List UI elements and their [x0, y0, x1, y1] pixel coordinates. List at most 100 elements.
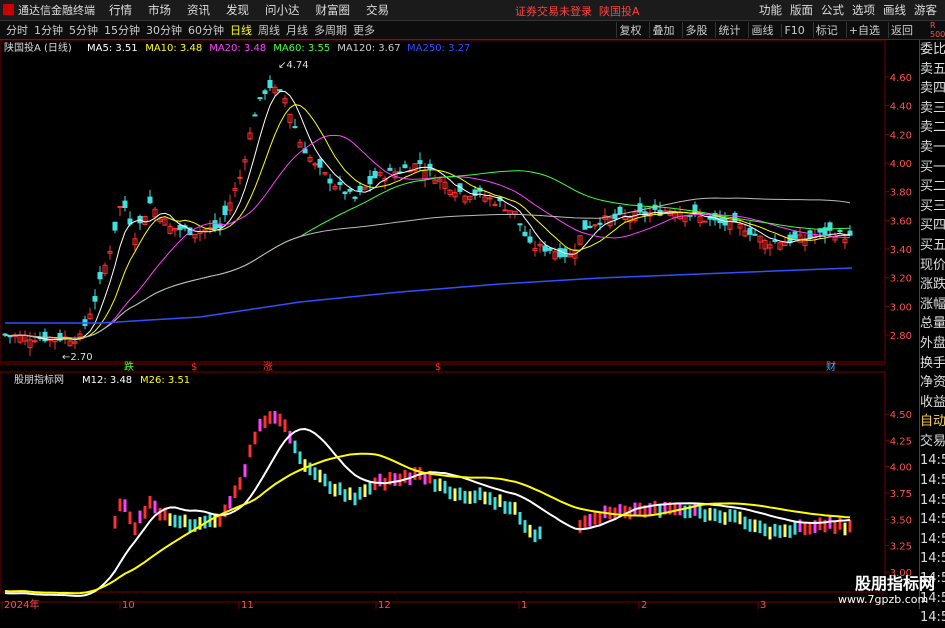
candle-body — [557, 248, 563, 258]
x-tick-0: 2024年 — [4, 598, 39, 609]
candle-body — [147, 196, 153, 204]
ma-lines — [4, 90, 853, 341]
candle-body — [807, 230, 813, 239]
timeframe-tab-1[interactable]: 1分钟 — [34, 22, 63, 38]
m26-line — [4, 452, 851, 595]
right-menu-item-3[interactable]: 选项 — [852, 2, 875, 18]
toolbar-button-6[interactable]: 标记 — [812, 22, 840, 38]
timeframe-tab-5[interactable]: 60分钟 — [188, 22, 224, 38]
quote-label-5: 卖一 — [920, 139, 945, 155]
timeframe-tab-7[interactable]: 周线 — [258, 22, 280, 38]
toolbar-button-4[interactable]: 画线 — [748, 22, 775, 38]
x-tick-1: 10 — [122, 600, 135, 609]
marker-0: 跌 — [124, 360, 134, 373]
candle-body — [597, 222, 603, 225]
menu-item-0[interactable]: 行情 — [109, 3, 132, 17]
right-quote-panel: 委比 卖五 卖四 卖三 卖二 卖一 买一 买二 买三 买四 买五 现价 涨跌 涨幅 总量 外盘 换手 净资 收益 自动… — [919, 40, 945, 625]
quote-label-16: 换手 — [920, 355, 945, 371]
main-panel-border — [0, 40, 886, 363]
candle-body — [317, 158, 323, 168]
toolbar-button-3[interactable]: 统计 — [715, 22, 742, 38]
timeframe-tab-2[interactable]: 5分钟 — [69, 22, 98, 38]
menu-item-2[interactable]: 资讯 — [187, 3, 210, 17]
menu-item-4[interactable]: 问小达 — [265, 3, 300, 17]
menu-item-3[interactable]: 发现 — [226, 3, 249, 17]
candle-body — [177, 225, 183, 231]
candle-body — [592, 224, 598, 227]
candle-body — [112, 221, 118, 231]
quote-label-23: 14:56 — [920, 492, 945, 508]
timeframe-tab-9[interactable]: 多周期 — [314, 22, 347, 38]
quote-label-14: 总量 — [920, 316, 945, 332]
candle-body — [517, 223, 523, 226]
quote-label-4: 卖二 — [920, 120, 945, 136]
quote-label-26: 14:56 — [920, 551, 945, 567]
candle-body — [342, 191, 348, 195]
candle-body — [542, 245, 548, 252]
candle-body — [32, 340, 38, 343]
main-menu: 行情 市场 资讯 发现 问小达 财富圈 交易 — [109, 2, 405, 18]
r-indicator: R 500 — [930, 21, 945, 39]
right-menu-item-1[interactable]: 版面 — [790, 2, 813, 18]
toolbar-button-2[interactable]: 多股 — [682, 22, 709, 38]
quote-label-21: 14:56 — [920, 453, 945, 469]
x-tick-6: 3 — [760, 600, 766, 609]
candle-body — [367, 175, 373, 185]
candle-body — [527, 236, 533, 243]
marker-4: 财 — [826, 360, 836, 373]
candle-body — [352, 196, 358, 199]
candle-body — [547, 247, 553, 251]
quote-label-10: 买五 — [920, 237, 945, 253]
quote-label-6: 买一 — [920, 159, 945, 175]
candle-body — [222, 205, 228, 216]
indicator-name: 股朋指标网 — [14, 373, 64, 386]
quote-label-24: 14:56 — [920, 512, 945, 528]
quote-label-19: 自动 — [920, 414, 945, 430]
candle-body — [252, 114, 258, 117]
y-tick-7: 3.20 — [890, 274, 912, 285]
quote-label-18: 收益 — [920, 394, 945, 410]
timeframe-tab-8[interactable]: 月线 — [286, 22, 308, 38]
candle-body — [492, 203, 498, 206]
ma-label-1: MA10: 3.48 — [145, 43, 202, 54]
toolbar-button-5[interactable]: F10 — [781, 23, 806, 37]
candle-body — [267, 80, 273, 89]
toolbar-button-8[interactable]: 返回 — [888, 22, 915, 38]
quote-label-25: 14:56 — [920, 531, 945, 547]
candle-body — [587, 225, 593, 228]
right-menu-item-5[interactable]: 游客 — [914, 2, 937, 18]
candle-body — [372, 171, 378, 179]
candle-body — [772, 240, 778, 243]
quote-label-17: 净资 — [920, 375, 945, 391]
timeframe-tab-4[interactable]: 30分钟 — [146, 22, 182, 38]
high-label: ↙4.74 — [278, 60, 309, 71]
timeframe-tab-3[interactable]: 15分钟 — [104, 22, 140, 38]
right-menu-item-4[interactable]: 画线 — [883, 2, 906, 18]
timeframe-tab-6[interactable]: 日线 — [230, 22, 252, 38]
timeframe-tab-10[interactable]: 更多 — [353, 22, 375, 38]
main-legend-name: 陕国投A (日线) — [4, 41, 72, 54]
right-menu-item-0[interactable]: 功能 — [759, 2, 782, 18]
y-tick-0: 4.60 — [890, 73, 912, 84]
y-tick-8: 3.00 — [890, 302, 912, 313]
menu-item-6[interactable]: 交易 — [366, 3, 389, 17]
toolbar-button-7[interactable]: +自选 — [845, 22, 882, 38]
quote-label-11: 现价 — [920, 257, 945, 273]
y-tick-3: 4.00 — [890, 159, 912, 170]
candle-body — [357, 185, 363, 192]
top-right-menu: 功能 版面 公式 选项 画线 游客 — [759, 0, 945, 20]
kline-chart[interactable]: 4.60 4.40 4.20 4.00 3.80 3.60 3.40 3.20 3.00 2.80… — [0, 40, 919, 609]
right-menu-item-2[interactable]: 公式 — [821, 2, 844, 18]
title-bar: 通达信金融终端 行情 市场 资讯 发现 问小达 财富圈 交易 证券交易未登录 陕国投A 功能… — [0, 0, 945, 21]
y-tick-1: 4.40 — [890, 102, 912, 113]
toolbar-button-0[interactable]: 复权 — [616, 22, 643, 38]
quote-label-0: 委比 — [920, 42, 945, 57]
timeframe-tab-0[interactable]: 分时 — [6, 22, 28, 38]
menu-item-1[interactable]: 市场 — [148, 3, 171, 17]
menu-item-5[interactable]: 财富圈 — [316, 3, 351, 17]
toolbar-button-1[interactable]: 叠加 — [649, 22, 676, 38]
marker-3: $ — [435, 362, 441, 373]
ind-y-tick-1: 4.25 — [890, 436, 912, 447]
trade-notice[interactable]: 证券交易未登录 陕国投A — [515, 3, 640, 19]
candle-body — [257, 97, 263, 100]
